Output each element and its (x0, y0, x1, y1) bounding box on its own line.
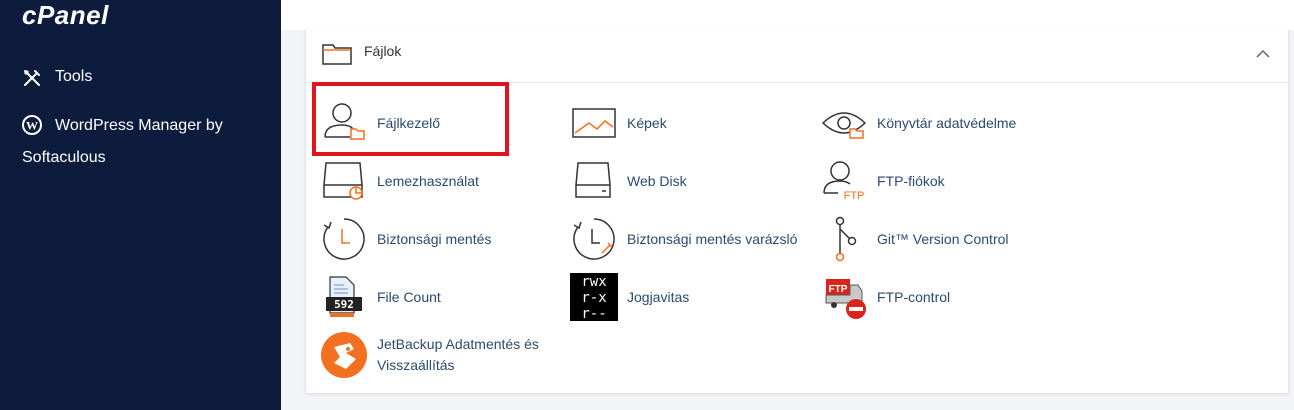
top-bar (281, 0, 1294, 30)
panel-header[interactable]: Fájlok (306, 30, 1288, 83)
item-label: Képek (627, 114, 667, 131)
item-ftp-accounts[interactable]: FTP FTP-fiókok (820, 157, 945, 205)
item-label: File Count (377, 288, 441, 305)
svg-text:W: W (26, 119, 38, 133)
highlight-box (312, 82, 509, 156)
item-label: Web Disk (627, 172, 687, 189)
svg-text:r-x: r-x (581, 290, 606, 306)
chevron-up-icon[interactable] (1256, 46, 1270, 64)
item-label: JetBackup Adatmentés és Visszaállítás (377, 336, 539, 373)
item-file-count[interactable]: 592 File Count (320, 273, 441, 321)
ftp-control-icon: FTP (820, 273, 868, 321)
svg-text:592: 592 (334, 298, 354, 311)
web-disk-icon (570, 157, 618, 205)
ftp-accounts-icon: FTP (820, 157, 868, 205)
item-label: Git™ Version Control (877, 230, 1009, 247)
item-git-version-control[interactable]: Git™ Version Control (820, 215, 1009, 263)
backup-wizard-icon (570, 215, 618, 263)
file-count-icon: 592 (320, 273, 368, 321)
item-images[interactable]: Képek (570, 99, 667, 147)
sidebar-item-label: WordPress Manager by (55, 117, 223, 134)
backup-icon (320, 215, 368, 263)
disk-usage-icon (320, 157, 368, 205)
svg-text:FTP: FTP (829, 284, 848, 295)
sidebar: cPanel Tools W WordPress Manager by Soft… (0, 0, 281, 410)
wordpress-icon: W (22, 115, 42, 135)
item-label: Lemezhasználat (377, 172, 479, 189)
directory-privacy-icon (820, 99, 868, 147)
item-disk-usage[interactable]: Lemezhasználat (320, 157, 479, 205)
item-label: Biztonsági mentés (377, 230, 492, 247)
svg-text:r--: r-- (581, 306, 606, 321)
item-label: FTP-control (877, 288, 951, 305)
svg-text:rwx: rwx (581, 274, 606, 290)
item-backup[interactable]: Biztonsági mentés (320, 215, 491, 263)
sidebar-item-wordpress-manager[interactable]: W WordPress Manager by Softaculous (22, 115, 262, 166)
item-ftp-control[interactable]: FTP FTP-control (820, 273, 950, 321)
item-label: Jogjavitas (627, 288, 690, 305)
folder-icon (322, 42, 352, 71)
sidebar-item-tools[interactable]: Tools (22, 68, 92, 88)
item-directory-privacy[interactable]: Könyvtár adatvédelme (820, 99, 1016, 147)
permissions-icon: rwx r-x r-- (570, 273, 618, 321)
tools-icon (22, 68, 42, 88)
jetbackup-icon (320, 331, 368, 379)
svg-text:FTP: FTP (844, 190, 865, 202)
git-icon (820, 215, 868, 263)
panel-title: Fájlok (364, 43, 402, 59)
sidebar-item-label-line2: Softaculous (22, 149, 106, 166)
item-label: FTP-fiókok (877, 172, 945, 189)
item-web-disk[interactable]: Web Disk (570, 157, 687, 205)
sidebar-item-label: Tools (55, 68, 93, 85)
item-permissions[interactable]: rwx r-x r-- Jogjavitas (570, 273, 689, 321)
images-icon (570, 99, 618, 147)
cpanel-logo[interactable]: cPanel (22, 0, 109, 30)
item-label: Könyvtár adatvédelme (877, 114, 1017, 131)
item-backup-wizard[interactable]: Biztonsági mentés varázsló (570, 215, 797, 263)
item-label: Biztonsági mentés varázsló (627, 230, 798, 247)
item-jetbackup[interactable]: JetBackup Adatmentés és Visszaállítás (320, 331, 539, 379)
